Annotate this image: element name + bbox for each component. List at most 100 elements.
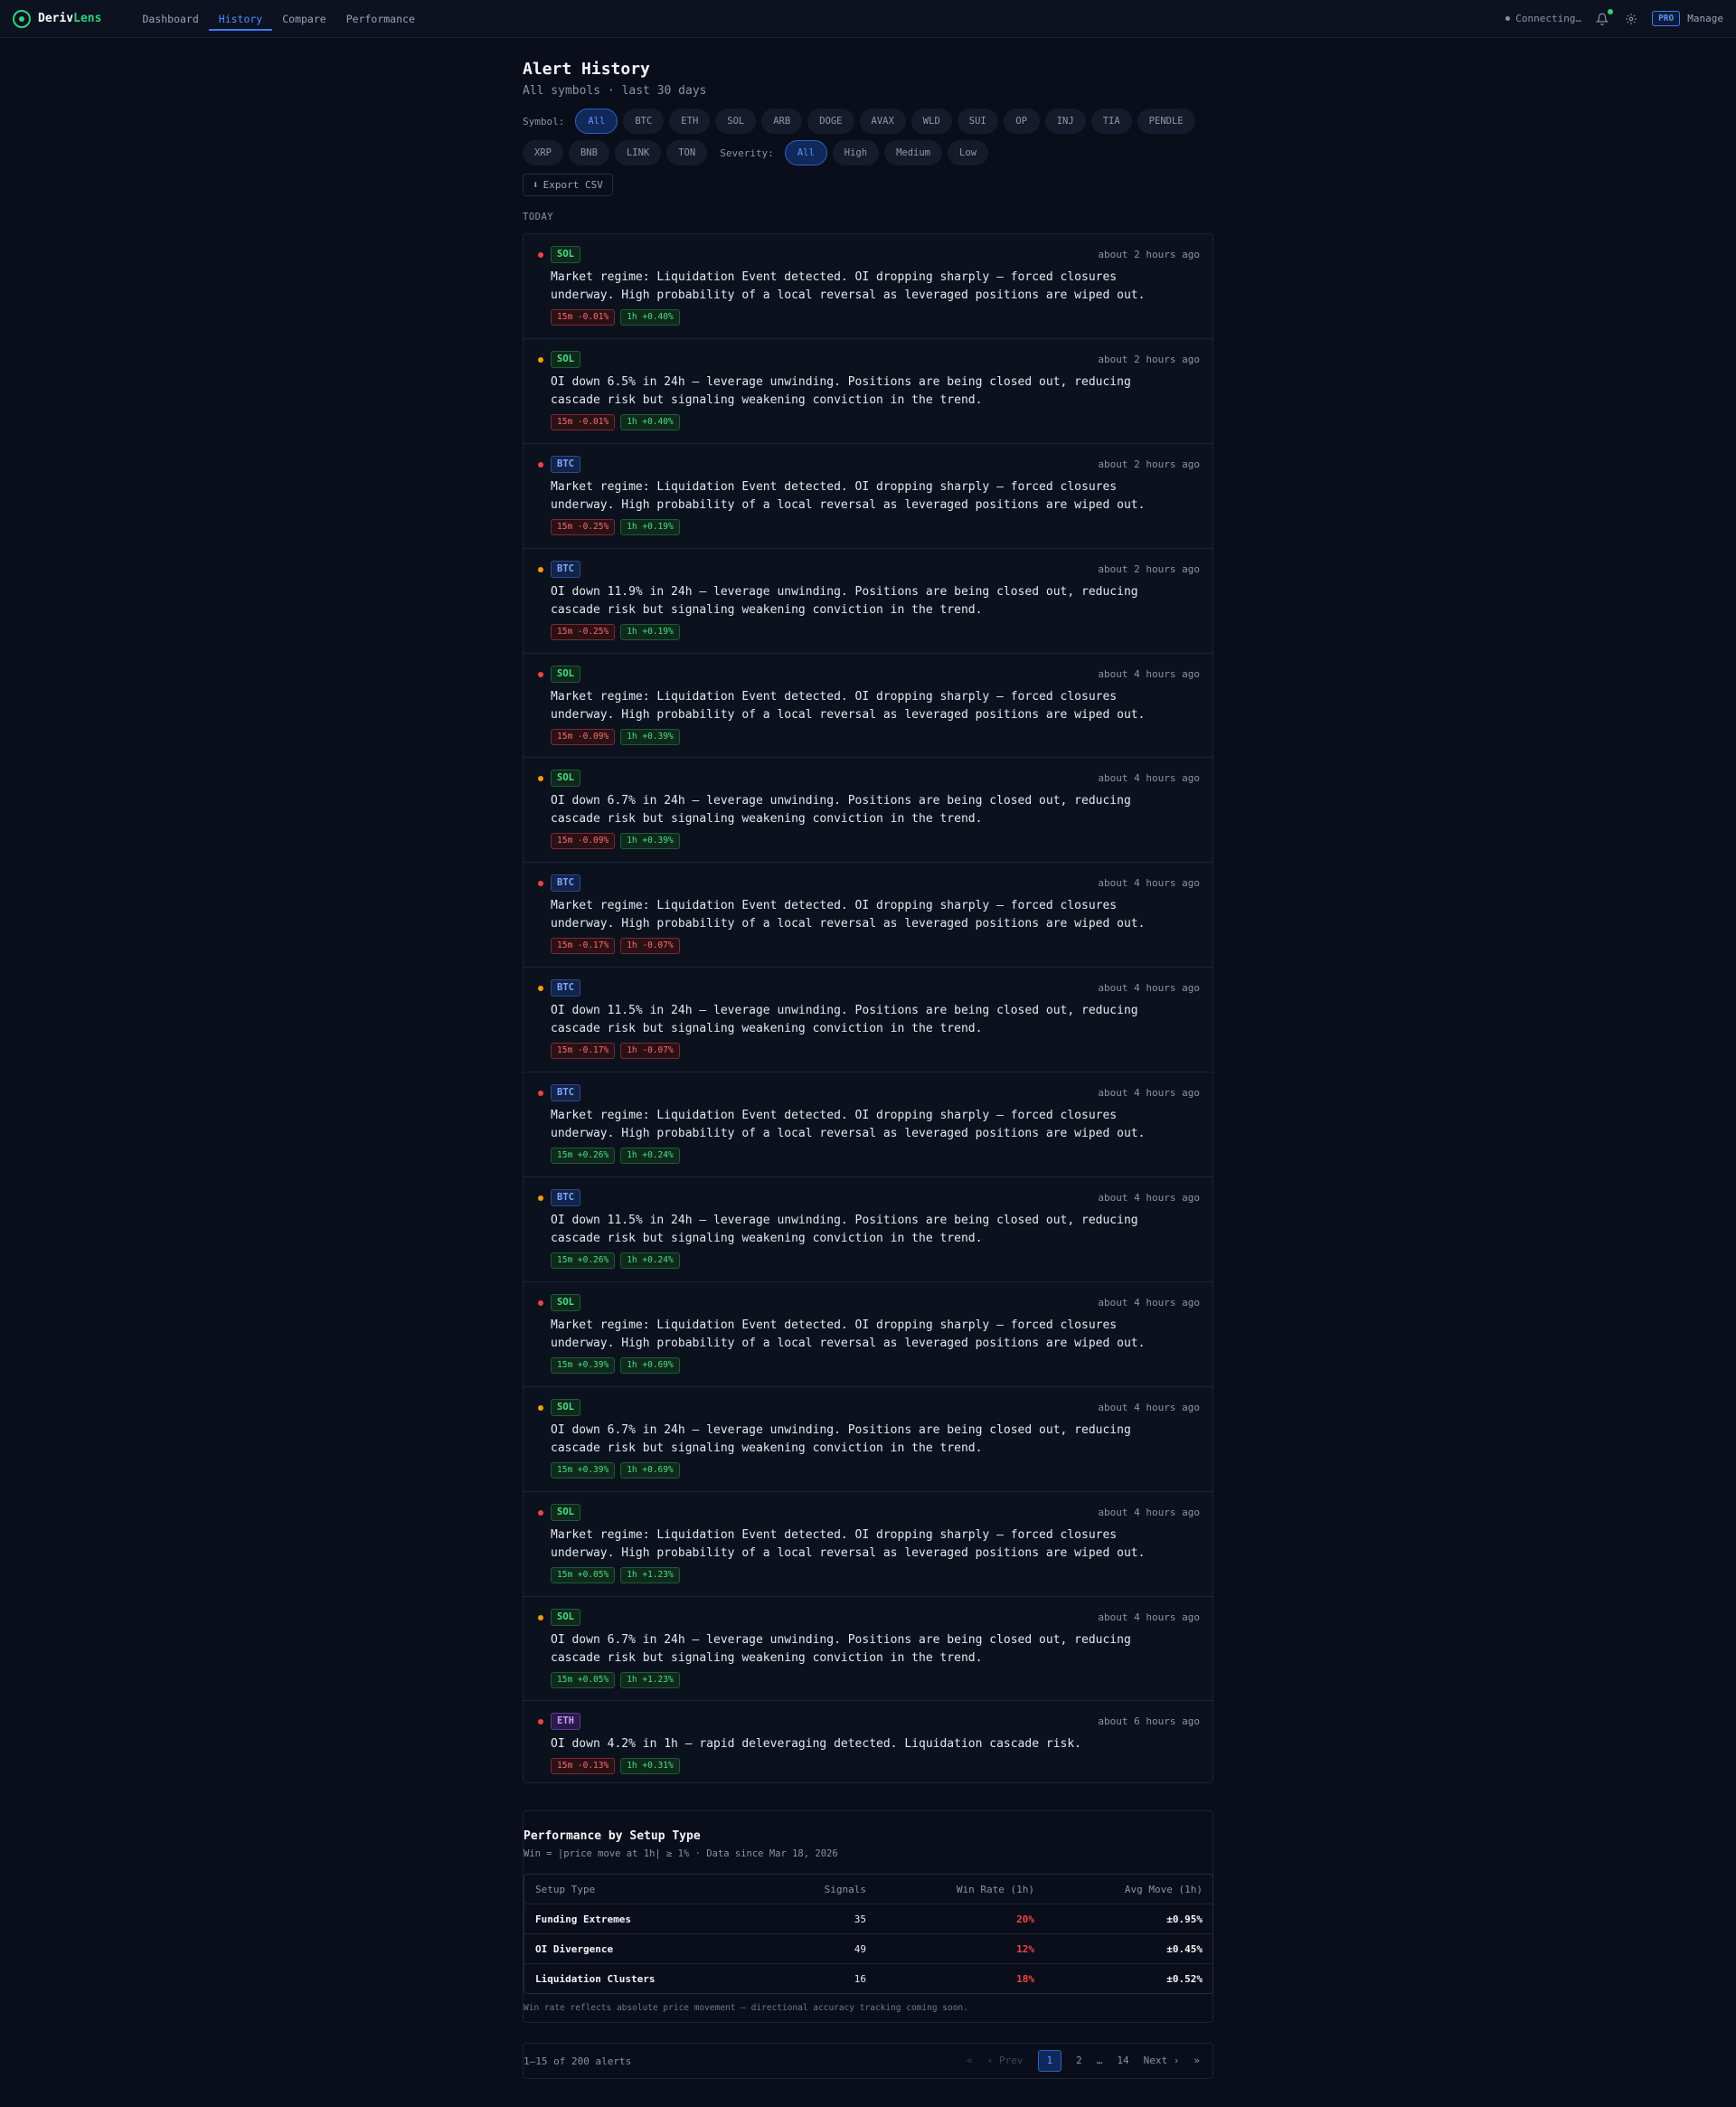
move-15m-badge: 15m +0.26%	[551, 1252, 616, 1270]
move-15m-badge: 15m -0.17%	[551, 1043, 616, 1060]
alert-time: about 2 hours ago	[1098, 562, 1200, 575]
page-1-button[interactable]: 1	[1037, 2050, 1062, 2073]
performance-table: Setup Type Signals Win Rate (1h) Avg Move (…	[524, 1874, 1213, 1995]
alert-message: OI down 11.5% in 24h — leverage unwindin…	[551, 1214, 1138, 1246]
symbol-badge: ETH	[551, 1713, 580, 1731]
symbol-chip-avax[interactable]: AVAX	[859, 109, 906, 134]
symbol-chip-sui[interactable]: SUI	[957, 109, 998, 134]
severity-dot-icon	[538, 356, 543, 363]
alert-header: BTC about 2 hours ago	[551, 560, 1200, 578]
nav-link-dashboard[interactable]: Dashboard	[132, 0, 208, 38]
settings-button[interactable]	[1623, 11, 1639, 27]
symbol-chip-sol[interactable]: SOL	[715, 109, 757, 134]
alert-time: about 2 hours ago	[1098, 249, 1200, 260]
severity-dot-icon	[538, 986, 543, 992]
page-2-button[interactable]: 2	[1069, 2050, 1090, 2072]
first-page-button[interactable]: «	[959, 2050, 980, 2072]
alert-message: OI down 6.7% in 24h — leverage unwinding…	[551, 1422, 1131, 1455]
severity-chip-low[interactable]: Low	[948, 140, 988, 165]
severity-chip-medium[interactable]: Medium	[884, 140, 943, 165]
alert-header: SOL about 4 hours ago	[551, 770, 1200, 788]
notification-badge	[1608, 8, 1614, 14]
alert-item[interactable]: SOL about 4 hours ago OI down 6.7% in 24h …	[524, 758, 1212, 864]
alert-message: OI down 6.5% in 24h — leverage unwinding…	[551, 374, 1131, 407]
alert-item[interactable]: BTC about 4 hours ago Market regime: Liqui…	[524, 863, 1212, 968]
severity-chip-all[interactable]: All	[784, 140, 827, 165]
symbol-chip-ton[interactable]: TON	[666, 140, 708, 165]
alert-item[interactable]: SOL about 2 hours ago Market regime: Liqui…	[524, 234, 1212, 339]
symbol-chip-btc[interactable]: BTC	[623, 109, 665, 134]
alert-item[interactable]: SOL about 4 hours ago Market regime: Liqui…	[524, 1282, 1212, 1387]
column-header: Avg Move (1h)	[1124, 1883, 1203, 1895]
alert-item[interactable]: ETH about 6 hours ago OI down 4.2% in 1h —…	[524, 1701, 1212, 1782]
symbol-chip-doge[interactable]: DOGE	[807, 109, 854, 134]
move-1h-badge: 1h +0.69%	[620, 1356, 680, 1374]
price-moves: 15m +0.26% 1h +0.24%	[551, 1148, 1200, 1165]
nav-link-compare[interactable]: Compare	[272, 0, 335, 38]
symbol-chip-pendle[interactable]: PENDLE	[1137, 109, 1195, 134]
symbol-chip-link[interactable]: LINK	[614, 140, 662, 165]
logo[interactable]: DerivLens	[13, 9, 102, 28]
alert-header: BTC about 4 hours ago	[551, 1084, 1200, 1102]
alert-item[interactable]: BTC about 4 hours ago OI down 11.5% in 24h…	[524, 1177, 1212, 1282]
export-csv-button[interactable]: ⬇ Export CSV	[523, 174, 613, 196]
alert-header: ETH about 6 hours ago	[551, 1713, 1200, 1731]
severity-dot-icon	[538, 671, 543, 677]
severity-chip-high[interactable]: High	[832, 140, 880, 165]
setup-type-cell: Funding Extremes	[535, 1913, 631, 1925]
symbol-chip-bnb[interactable]: BNB	[568, 140, 609, 165]
alert-time: about 4 hours ago	[1098, 1087, 1200, 1100]
performance-subtitle: Win = |price move at 1h| ≥ 1% · Data sin…	[524, 1848, 838, 1860]
severity-dot-icon	[538, 1195, 543, 1202]
alert-item[interactable]: BTC about 4 hours ago OI down 11.5% in 24h…	[524, 968, 1212, 1073]
alert-message: Market regime: Liquidation Event detecte…	[551, 1109, 1146, 1141]
alert-header: BTC about 2 hours ago	[551, 455, 1200, 473]
alert-message: Market regime: Liquidation Event detecte…	[551, 1527, 1146, 1560]
symbol-chip-eth[interactable]: ETH	[669, 109, 711, 134]
alert-item[interactable]: SOL about 2 hours ago OI down 6.5% in 24h …	[524, 339, 1212, 444]
symbol-chip-arb[interactable]: ARB	[761, 109, 803, 134]
symbol-chip-inj[interactable]: INJ	[1044, 109, 1086, 134]
notifications-button[interactable]	[1594, 8, 1614, 27]
symbol-badge: SOL	[551, 246, 580, 263]
performance-title: Performance by Setup Type	[524, 1829, 701, 1844]
symbol-chip-all[interactable]: All	[575, 109, 618, 134]
alert-item[interactable]: BTC about 4 hours ago Market regime: Liqui…	[524, 1072, 1212, 1178]
alert-time: about 4 hours ago	[1098, 1296, 1200, 1309]
connection-status: Connecting…	[1505, 13, 1581, 24]
next-page-button[interactable]: Next ›	[1137, 2050, 1187, 2072]
symbol-chip-tia[interactable]: TIA	[1090, 109, 1132, 134]
severity-dot-icon	[538, 252, 543, 258]
symbol-badge: SOL	[551, 1503, 580, 1521]
symbol-badge: SOL	[551, 1608, 580, 1626]
move-15m-badge: 15m +0.39%	[551, 1461, 616, 1479]
performance-panel: Performance by Setup Type Win = |price m…	[523, 1810, 1213, 2024]
last-page-button[interactable]: »	[1186, 2050, 1207, 2072]
symbol-filter-label: Symbol:	[523, 115, 565, 128]
alert-item[interactable]: BTC about 2 hours ago OI down 11.9% in 24h…	[524, 549, 1212, 654]
alert-header: BTC about 4 hours ago	[551, 874, 1200, 893]
column-header: Setup Type	[535, 1883, 596, 1895]
top-nav: DerivLens Dashboard History Compare Perform…	[0, 0, 1736, 38]
move-15m-badge: 15m -0.09%	[551, 833, 616, 850]
nav-link-history[interactable]: History	[208, 0, 273, 38]
alert-item[interactable]: SOL about 4 hours ago OI down 6.7% in 24h …	[524, 1387, 1212, 1492]
price-moves: 15m -0.09% 1h +0.39%	[551, 833, 1200, 850]
prev-page-button[interactable]: ‹ Prev	[980, 2050, 1031, 2072]
alert-item[interactable]: BTC about 2 hours ago Market regime: Liqui…	[524, 444, 1212, 549]
brand-name: DerivLens	[38, 12, 102, 25]
symbol-chip-xrp[interactable]: XRP	[523, 140, 563, 165]
page-14-button[interactable]: 14	[1109, 2050, 1136, 2072]
alert-message: OI down 6.7% in 24h — leverage unwinding…	[551, 794, 1131, 827]
nav-link-performance[interactable]: Performance	[336, 0, 425, 38]
symbol-chip-wld[interactable]: WLD	[910, 109, 952, 134]
symbol-chip-op[interactable]: OP	[1003, 109, 1040, 134]
alert-item[interactable]: SOL about 4 hours ago Market regime: Liqui…	[524, 654, 1212, 759]
alert-time: about 4 hours ago	[1098, 982, 1200, 995]
price-moves: 15m -0.13% 1h +0.31%	[551, 1758, 1200, 1775]
manage-link[interactable]: Manage	[1687, 13, 1723, 24]
severity-dot-icon	[538, 1614, 543, 1620]
alert-item[interactable]: SOL about 4 hours ago Market regime: Liqui…	[524, 1492, 1212, 1597]
table-header: Setup Type Signals Win Rate (1h) Avg Move (…	[524, 1875, 1212, 1904]
alert-item[interactable]: SOL about 4 hours ago OI down 6.7% in 24h …	[524, 1597, 1212, 1702]
